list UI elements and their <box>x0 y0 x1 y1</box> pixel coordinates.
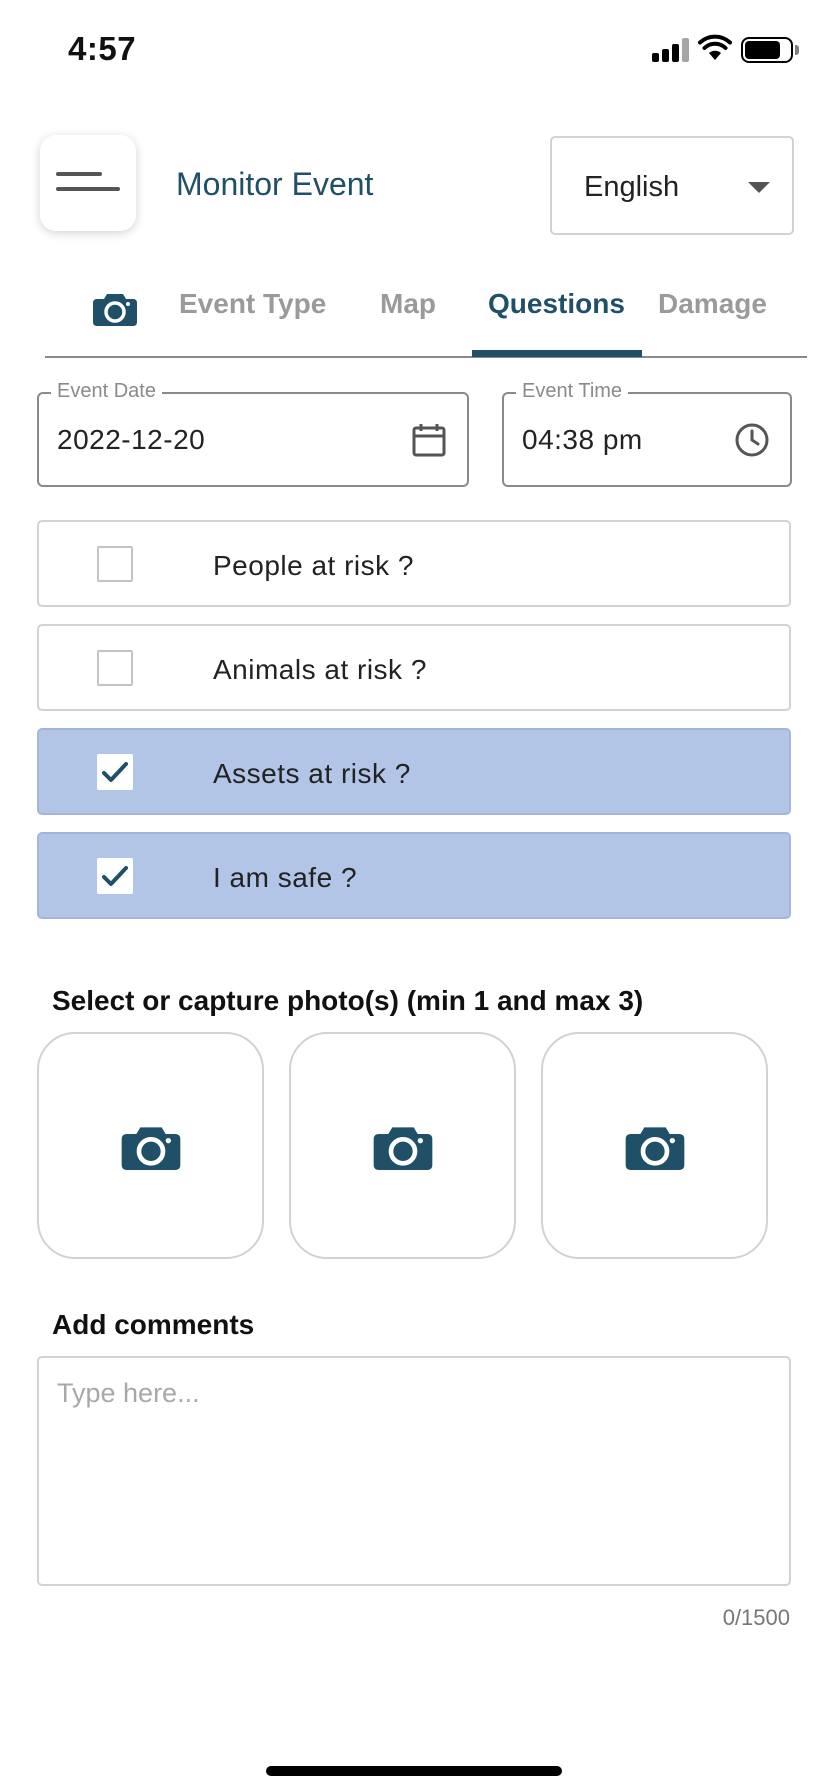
photo-slot-3[interactable] <box>541 1032 768 1259</box>
camera-icon <box>121 1127 181 1170</box>
clock-icon[interactable] <box>734 422 770 458</box>
question-label: I am safe ? <box>213 862 358 893</box>
tab-event-type[interactable]: Event Type <box>179 288 326 320</box>
question-i-am-safe[interactable]: I am safe ? <box>37 832 791 919</box>
checkbox[interactable] <box>97 546 133 582</box>
event-date-value: 2022-12-20 <box>57 424 206 455</box>
tab-map[interactable]: Map <box>380 288 436 320</box>
active-tab-indicator <box>472 350 642 357</box>
chevron-down-icon <box>748 182 770 193</box>
character-counter: 0/1500 <box>722 1605 790 1630</box>
question-label: Animals at risk ? <box>213 654 427 685</box>
language-select[interactable]: English <box>550 136 794 235</box>
battery-icon <box>741 37 793 63</box>
question-label: Assets at risk ? <box>213 758 411 789</box>
checkbox[interactable] <box>97 650 133 686</box>
event-time-value: 04:38 pm <box>522 424 643 455</box>
event-date-label: Event Date <box>51 380 162 403</box>
wifi-icon <box>698 34 732 60</box>
question-label: People at risk ? <box>213 550 414 581</box>
comments-input[interactable] <box>37 1356 791 1586</box>
event-time-label: Event Time <box>516 380 629 403</box>
menu-button[interactable] <box>40 135 136 231</box>
event-date-field[interactable]: Event Date 2022-12-20 <box>37 380 469 487</box>
camera-icon <box>373 1127 433 1170</box>
comments-section-title: Add comments <box>52 1309 255 1340</box>
language-value: English <box>584 171 680 203</box>
status-time: 4:57 <box>68 30 137 67</box>
page-title: Monitor Event <box>176 166 374 202</box>
question-animals-at-risk[interactable]: Animals at risk ? <box>37 624 791 711</box>
cellular-signal-icon <box>652 38 690 62</box>
home-indicator <box>266 1766 562 1776</box>
camera-icon <box>625 1127 685 1170</box>
question-people-at-risk[interactable]: People at risk ? <box>37 520 791 607</box>
tab-questions[interactable]: Questions <box>488 288 625 320</box>
photo-slot-1[interactable] <box>37 1032 264 1259</box>
battery-tip <box>795 45 799 55</box>
menu-icon <box>56 172 102 176</box>
calendar-icon[interactable] <box>411 422 447 458</box>
camera-icon[interactable] <box>93 290 137 326</box>
question-assets-at-risk[interactable]: Assets at risk ? <box>37 728 791 815</box>
tab-damage[interactable]: Damage <box>658 288 767 320</box>
checkmark-icon <box>102 762 128 782</box>
event-time-field[interactable]: Event Time 04:38 pm <box>502 380 792 487</box>
photos-section-title: Select or capture photo(s) (min 1 and ma… <box>52 985 644 1016</box>
checkbox-checked[interactable] <box>97 858 133 894</box>
photo-slot-2[interactable] <box>289 1032 516 1259</box>
checkmark-icon <box>102 866 128 886</box>
tab-bar: Event Type Map Questions Damage <box>45 270 807 358</box>
checkbox-checked[interactable] <box>97 754 133 790</box>
